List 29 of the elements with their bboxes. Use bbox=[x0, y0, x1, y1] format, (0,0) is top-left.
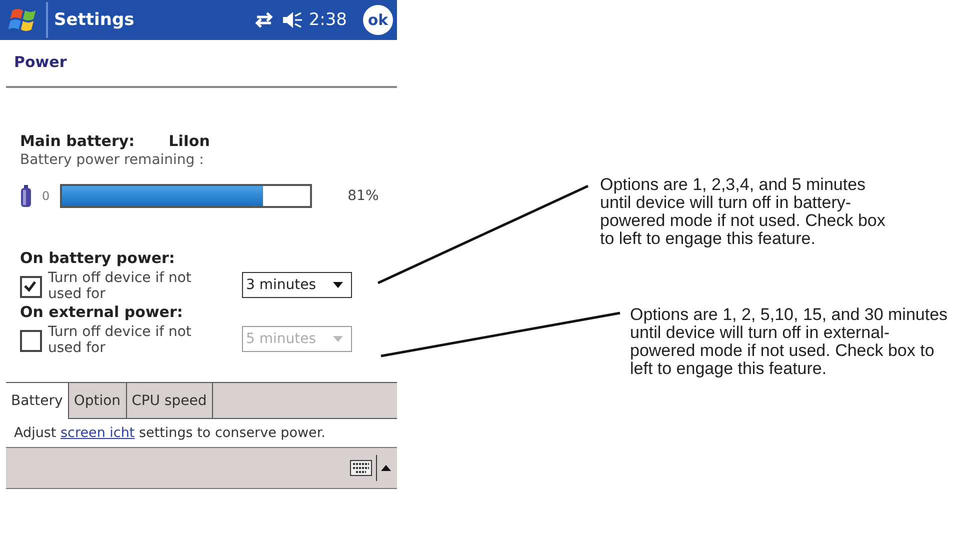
callout-text: Options are 1, 2, 5,10, 15, and 30 minutes until device will turn off in external-powered mode if not used. Check box to left to engage this feature. bbox=[630, 306, 948, 378]
connectivity-icon[interactable] bbox=[252, 10, 275, 30]
callout-text: Options are 1, 2,3,4, and 5 minutes until device will turn off in battery-powered mode if not used. Check box to left to engage this feature. bbox=[600, 176, 886, 248]
page-title: Power bbox=[6, 42, 397, 88]
remaining-label: Battery power remaining : bbox=[20, 152, 205, 168]
tab[interactable]: Option bbox=[68, 383, 127, 419]
windows-flag-icon[interactable] bbox=[6, 2, 48, 38]
speaker-icon[interactable] bbox=[280, 10, 303, 30]
tab[interactable]: CPU speed bbox=[126, 383, 213, 419]
section-heading: On external power: bbox=[20, 302, 184, 322]
checkbox[interactable] bbox=[20, 276, 42, 298]
battery-type: LiIon bbox=[168, 132, 210, 150]
min-label: 0 bbox=[42, 189, 50, 203]
battery-label: Main battery: bbox=[20, 132, 135, 150]
clock-time[interactable]: 2:38 bbox=[308, 10, 347, 30]
ok-button[interactable]: ok bbox=[363, 5, 393, 35]
minutes-dropdown[interactable]: 3 minutes bbox=[242, 272, 352, 298]
tab[interactable]: Battery bbox=[6, 383, 69, 419]
up-arrow-icon[interactable] bbox=[381, 465, 391, 471]
caret-icon bbox=[333, 282, 343, 288]
battery-percent: 81% bbox=[348, 188, 379, 204]
screen-light-link[interactable]: screen icht bbox=[60, 425, 135, 441]
keyboard-icon[interactable] bbox=[350, 460, 372, 476]
checkbox-label[interactable]: Turn off device if not used for bbox=[48, 270, 208, 302]
section-heading: On battery power: bbox=[20, 248, 176, 268]
battery-icon bbox=[20, 185, 32, 207]
hint-text: Adjust screen icht settings to conserve power. bbox=[13, 424, 326, 443]
caret-icon bbox=[333, 336, 343, 342]
window-title: Settings bbox=[54, 10, 134, 30]
